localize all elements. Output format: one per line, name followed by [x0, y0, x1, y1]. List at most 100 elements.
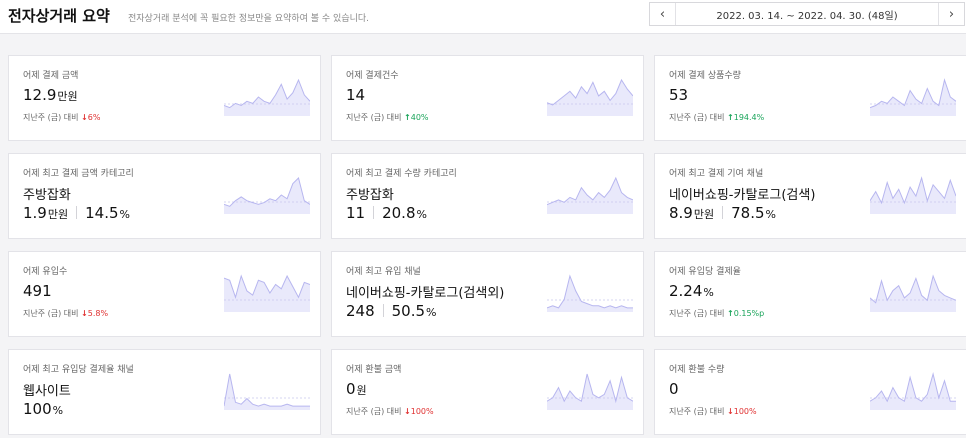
card-label: 어제 최고 유입당 결제율 채널: [23, 365, 134, 375]
page-subtitle: 전자상거래 분석에 꼭 필요한 정보만을 요약하여 볼 수 있습니다.: [128, 14, 370, 24]
summary-card[interactable]: 어제 유입수 491 지난주 (금) 대비 ↓5.8%: [8, 251, 321, 337]
card-label: 어제 결제 상품수량: [669, 71, 741, 81]
value-number: 8.9: [669, 204, 693, 222]
card-comparison: 지난주 (금) 대비 ↓100%: [669, 406, 757, 417]
summary-card[interactable]: 어제 최고 유입당 결제율 채널 웹사이트 100%: [8, 349, 321, 435]
trend-sparkline: [547, 373, 633, 410]
summary-card[interactable]: 어제 결제 금액 12.9만원 지난주 (금) 대비 ↓6%: [8, 55, 321, 141]
card-top-item: 주방잡화: [23, 188, 71, 203]
arrow-down-icon: ↓: [404, 407, 411, 416]
trend-sparkline: [870, 372, 956, 410]
trend-sparkline: [870, 274, 956, 312]
value-number: 11: [346, 204, 366, 222]
comparison-label: 지난주 (금) 대비: [669, 407, 728, 416]
card-value: 8.9만원 78.5%: [669, 204, 776, 222]
card-label: 어제 환불 수량: [669, 365, 725, 375]
arrow-down-icon: ↓: [81, 309, 88, 318]
comparison-label: 지난주 (금) 대비: [346, 113, 405, 122]
card-value: 1.9만원 14.5%: [23, 204, 130, 222]
card-comparison: 지난주 (금) 대비 ↓100%: [346, 406, 434, 417]
trend-sparkline: [547, 274, 633, 312]
change-percent: 40%: [410, 113, 429, 122]
trend-sparkline: [870, 78, 956, 116]
card-value: 100%: [23, 400, 63, 418]
change-percent: 100%: [733, 407, 757, 416]
comparison-label: 지난주 (금) 대비: [346, 407, 405, 416]
page-title: 전자상거래 요약: [8, 7, 110, 25]
value-unit: %: [52, 404, 64, 417]
card-value: 53: [669, 86, 688, 104]
date-range-text[interactable]: 2022. 03. 14. ~ 2022. 04. 30. (48일): [676, 7, 938, 22]
arrow-up-icon: ↑: [727, 309, 734, 318]
card-value: 0: [669, 380, 679, 398]
comparison-label: 지난주 (금) 대비: [23, 113, 82, 122]
card-comparison: 지난주 (금) 대비 ↑40%: [346, 112, 429, 123]
share-number: 20.8: [382, 204, 416, 222]
arrow-down-icon: ↓: [727, 407, 734, 416]
value-unit: %: [703, 286, 714, 299]
sparkline-line: [547, 274, 633, 309]
next-period-button[interactable]: ›: [938, 3, 964, 25]
value-number: 53: [669, 86, 689, 104]
value-number: 12.9: [23, 86, 57, 104]
sparkline-area: [224, 374, 310, 410]
value-number: 14: [346, 86, 366, 104]
summary-card[interactable]: 어제 결제건수 14 지난주 (금) 대비 ↑40%: [331, 55, 644, 141]
value-number: 0: [346, 380, 356, 398]
summary-card[interactable]: 어제 최고 결제 수량 카테고리 주방잡화 11 20.8%: [331, 153, 644, 239]
chevron-left-icon: ‹: [659, 6, 666, 22]
card-label: 어제 최고 결제 수량 카테고리: [346, 169, 457, 179]
summary-card[interactable]: 어제 최고 결제 금액 카테고리 주방잡화 1.9만원 14.5%: [8, 153, 321, 239]
value-divider: [76, 206, 78, 219]
share-number: 50.5: [391, 302, 426, 320]
card-label: 어제 유입당 결제율: [669, 267, 741, 277]
card-label: 어제 최고 유입 채널: [346, 267, 421, 277]
trend-sparkline: [224, 373, 310, 410]
card-label: 어제 최고 결제 기여 채널: [669, 169, 764, 179]
value-unit: 만원: [47, 208, 69, 221]
card-comparison: 지난주 (금) 대비 ↑0.15%p: [669, 308, 764, 319]
share-unit: %: [426, 306, 437, 319]
trend-sparkline: [224, 274, 310, 312]
change-percent: 5.8%: [87, 309, 109, 318]
card-top-item: 네이버쇼핑-카탈로그(검색): [669, 188, 816, 203]
card-value: 11 20.8%: [346, 204, 427, 222]
card-value: 14: [346, 86, 365, 104]
card-comparison: 지난주 (금) 대비 ↓5.8%: [23, 308, 108, 319]
summary-card[interactable]: 어제 결제 상품수량 53 지난주 (금) 대비 ↑194.4%: [654, 55, 966, 141]
prev-period-button[interactable]: ‹: [650, 3, 676, 25]
change-percent: 100%: [410, 407, 434, 416]
share-number: 78.5: [731, 204, 765, 222]
value-unit: 만원: [693, 208, 715, 221]
summary-card[interactable]: 어제 유입당 결제율 2.24% 지난주 (금) 대비 ↑0.15%p: [654, 251, 966, 337]
arrow-up-icon: ↑: [727, 113, 734, 122]
summary-card[interactable]: 어제 최고 결제 기여 채널네이버쇼핑-카탈로그(검색) 8.9만원 78.5%: [654, 153, 966, 239]
card-value: 248 50.5%: [346, 302, 437, 320]
value-divider: [382, 304, 384, 317]
value-divider: [373, 206, 375, 219]
trend-sparkline: [547, 176, 633, 214]
value-number: 1.9: [23, 204, 47, 222]
sparkline-area: [547, 80, 633, 116]
value-unit: 만원: [57, 90, 78, 103]
summary-card[interactable]: 어제 환불 수량 0 지난주 (금) 대비 ↓100%: [654, 349, 966, 435]
summary-header: 전자상거래 요약 전자상거래 분석에 꼭 필요한 정보만을 요약하여 볼 수 있…: [0, 0, 966, 34]
card-label: 어제 결제 금액: [23, 71, 79, 81]
change-percent: 194.4%: [733, 113, 765, 122]
card-comparison: 지난주 (금) 대비 ↑194.4%: [669, 112, 764, 123]
share-unit: %: [119, 208, 130, 221]
trend-sparkline: [547, 78, 633, 116]
sparkline-area: [224, 178, 310, 214]
date-range-picker[interactable]: ‹ 2022. 03. 14. ~ 2022. 04. 30. (48일) ›: [649, 2, 965, 26]
summary-card[interactable]: 어제 최고 유입 채널 네이버쇼핑-카탈로그(검색외) 248 50.5%: [331, 251, 644, 337]
sparkline-area: [870, 374, 956, 410]
share-number: 14.5: [85, 204, 119, 222]
share-unit: %: [765, 208, 776, 221]
card-value: 2.24%: [669, 282, 714, 300]
summary-card[interactable]: 어제 환불 금액 0원 지난주 (금) 대비 ↓100%: [331, 349, 644, 435]
comparison-label: 지난주 (금) 대비: [23, 309, 82, 318]
arrow-up-icon: ↑: [404, 113, 411, 122]
comparison-label: 지난주 (금) 대비: [669, 113, 728, 122]
trend-sparkline: [870, 176, 956, 214]
card-label: 어제 환불 금액: [346, 365, 402, 375]
